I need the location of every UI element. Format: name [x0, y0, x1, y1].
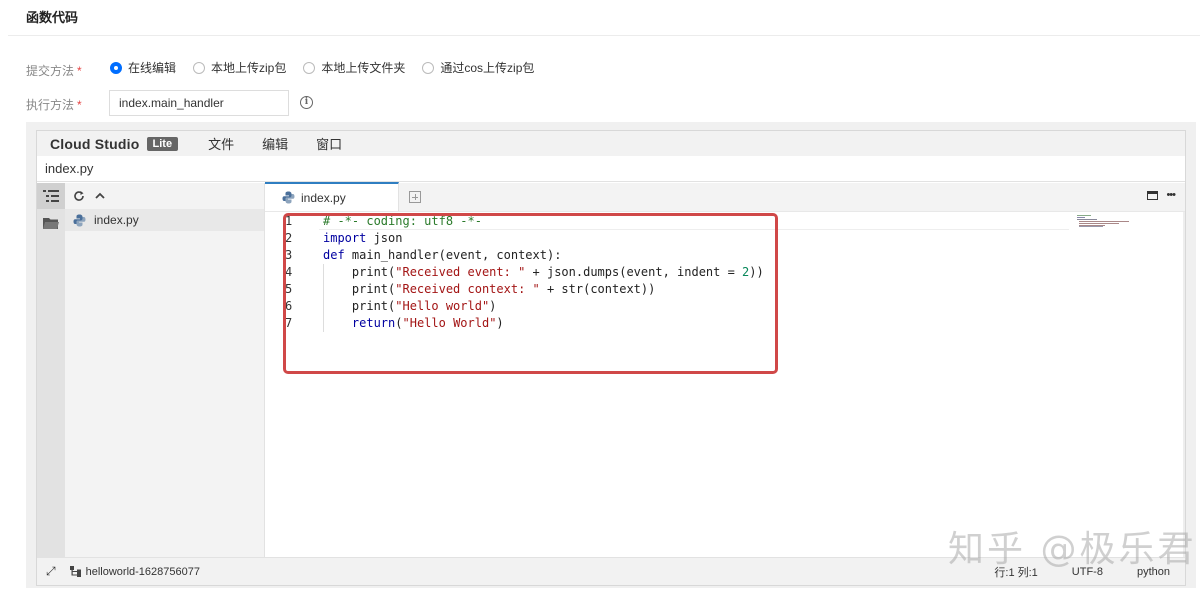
info-icon[interactable]: i — [300, 96, 313, 109]
code-text: print("Hello world") — [323, 299, 497, 313]
file-encoding[interactable]: UTF-8 — [1072, 566, 1103, 578]
refresh-icon[interactable] — [73, 190, 85, 202]
line-number: 1 — [285, 214, 293, 228]
ide-header: Cloud Studio Lite 文件 编辑 窗口 — [37, 131, 1185, 156]
cloud-studio-ide: Cloud Studio Lite 文件 编辑 窗口 index.py inde… — [26, 122, 1196, 588]
menu-edit[interactable]: 编辑 — [262, 134, 288, 153]
editor-tab-bar: index.py ••• — [265, 182, 1185, 212]
language-mode[interactable]: python — [1137, 566, 1170, 578]
status-right: 行:1 列:1 UTF-8 python — [994, 558, 1185, 585]
line-number: 6 — [285, 299, 293, 313]
list-tree-icon[interactable] — [43, 189, 59, 203]
radio-cos-zip[interactable]: 通过cos上传zip包 — [422, 59, 534, 76]
collapse-chevron-up-icon[interactable] — [94, 190, 106, 202]
more-icon[interactable]: ••• — [1166, 190, 1176, 201]
radio-label: 本地上传zip包 — [211, 61, 287, 75]
radio-label: 在线编辑 — [128, 61, 177, 75]
required-mark: * — [77, 98, 82, 112]
tree-item-index-py[interactable]: index.py — [65, 209, 264, 231]
tab-index-py[interactable]: index.py — [265, 182, 399, 211]
line-number: 3 — [285, 248, 293, 262]
edition-badge: Lite — [146, 136, 179, 151]
line-number: 5 — [285, 282, 293, 296]
code-text: print("Received context: " + str(context… — [323, 282, 656, 296]
submit-method-radio-group: 在线编辑 本地上传zip包 本地上传文件夹 通过cos上传zip包 — [110, 59, 551, 76]
explorer-toolbar — [65, 183, 264, 209]
radio-dot — [422, 61, 435, 74]
code-editor: index.py ••• 1 # -*- coding: utf8 -*- 2 imp… — [265, 182, 1185, 557]
code-text: print("Received event: " + json.dumps(ev… — [323, 265, 764, 279]
file-path-bar: index.py — [37, 156, 1185, 182]
handler-input[interactable] — [109, 90, 289, 116]
maximize-icon[interactable] — [1147, 191, 1159, 200]
required-mark: * — [77, 64, 82, 78]
editor-actions: ••• — [1147, 190, 1176, 201]
menu-window[interactable]: 窗口 — [316, 134, 342, 153]
brand-logo: Cloud Studio — [50, 135, 140, 152]
line-number: 4 — [285, 265, 293, 279]
radio-dot — [303, 61, 316, 74]
code-area[interactable]: 1 # -*- coding: utf8 -*- 2 import json 3 def … — [265, 213, 1185, 557]
radio-local-folder[interactable]: 本地上传文件夹 — [303, 59, 405, 76]
handler-label-text: 执行方法 — [26, 98, 75, 112]
activity-bar — [37, 183, 65, 557]
tree-item-label: index.py — [94, 213, 139, 227]
radio-dot — [193, 61, 206, 74]
handler-label: 执行方法 * — [26, 96, 82, 113]
project-name[interactable]: helloworld-1628756077 — [86, 566, 200, 578]
code-text: # -*- coding: utf8 -*- — [323, 214, 482, 228]
expand-icon[interactable]: ⤢ — [46, 564, 56, 579]
minimap[interactable] — [1077, 215, 1133, 227]
editor-scrollbar[interactable] — [1183, 212, 1185, 557]
python-file-icon — [73, 214, 86, 226]
cursor-position[interactable]: 行:1 列:1 — [994, 564, 1037, 580]
code-text: import json — [323, 231, 403, 245]
add-tab-icon[interactable] — [409, 191, 421, 203]
ide-frame: Cloud Studio Lite 文件 编辑 窗口 index.py inde… — [36, 130, 1186, 586]
line-number: 7 — [285, 316, 293, 330]
code-text: return("Hello World") — [351, 316, 504, 330]
status-bar: ⤢ helloworld-1628756077 行:1 列:1 UTF-8 py… — [37, 557, 1185, 585]
tab-label: index.py — [301, 190, 346, 205]
radio-label: 通过cos上传zip包 — [440, 61, 535, 75]
section-title: 函数代码 — [26, 10, 79, 25]
radio-local-zip[interactable]: 本地上传zip包 — [193, 59, 286, 76]
python-file-icon — [282, 191, 295, 204]
line-number: 2 — [285, 231, 293, 245]
submit-method-label-text: 提交方法 — [26, 64, 75, 78]
radio-dot — [110, 61, 122, 74]
project-tree-icon — [69, 566, 81, 577]
folder-icon[interactable] — [43, 216, 59, 230]
menu-file[interactable]: 文件 — [208, 134, 234, 153]
section-divider — [8, 35, 1200, 36]
code-text: def main_handler(event, context): — [323, 248, 562, 262]
file-explorer: index.py — [65, 183, 265, 557]
submit-method-label: 提交方法 * — [26, 62, 82, 79]
radio-online-edit[interactable]: 在线编辑 — [110, 59, 176, 76]
radio-label: 本地上传文件夹 — [321, 61, 406, 75]
